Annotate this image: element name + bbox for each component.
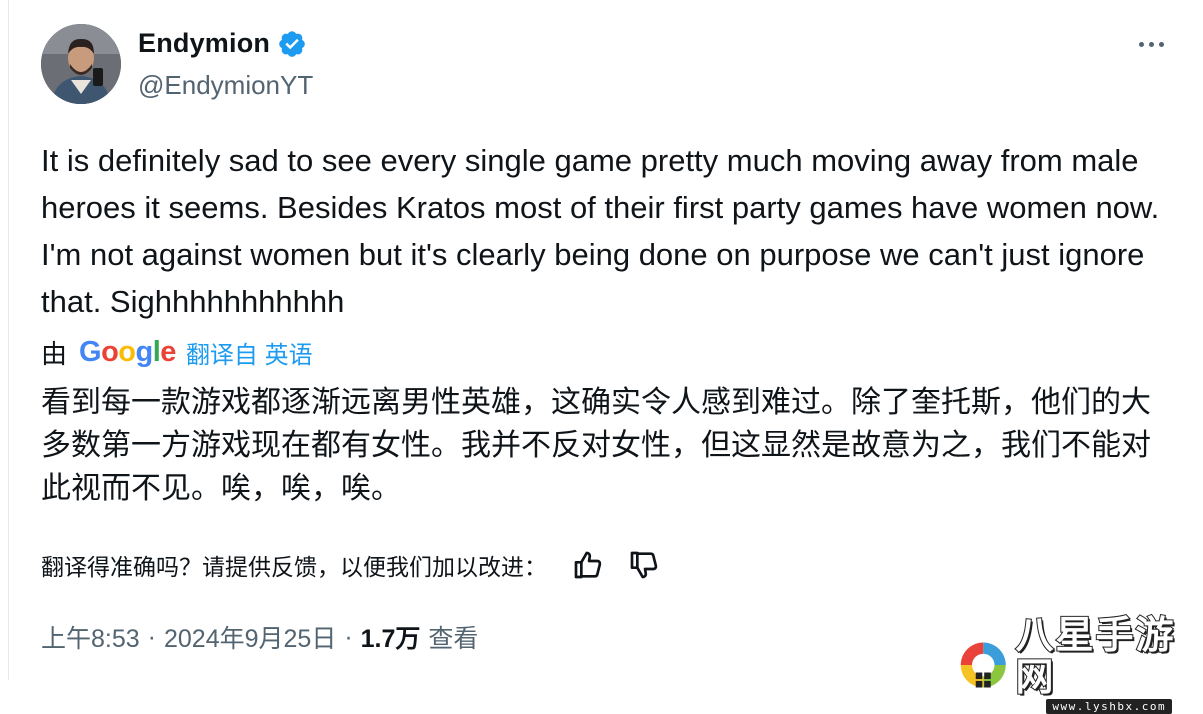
- google-logo: Google: [79, 336, 176, 369]
- watermark-logo-icon: [957, 637, 1010, 693]
- meta-separator: ·: [344, 623, 352, 652]
- translation-attribution: 由 Google 翻译自 英语: [41, 332, 313, 372]
- tweet-time[interactable]: 上午8:53: [41, 619, 140, 655]
- tweet-meta: 上午8:53 · 2024年9月25日 · 1.7万 查看: [41, 619, 478, 655]
- author-name[interactable]: Endymion: [138, 28, 270, 59]
- more-options-icon[interactable]: [1139, 42, 1164, 47]
- views-label: 查看: [428, 619, 478, 655]
- feedback-prompt: 翻译得准确吗？请提供反馈，以便我们加以改进：: [41, 548, 547, 582]
- translated-from-link[interactable]: 翻译自 英语: [186, 335, 313, 370]
- thumbs-down-icon[interactable]: [627, 548, 661, 582]
- thumbs-up-icon[interactable]: [571, 548, 605, 582]
- tweet-date[interactable]: 2024年9月25日: [164, 619, 336, 655]
- site-watermark: 八星手游网 www.lyshbx.com: [957, 615, 1203, 714]
- views-count: 1.7万: [361, 619, 421, 655]
- tweet-text: It is definitely sad to see every single…: [41, 137, 1161, 325]
- watermark-title: 八星手游网: [1016, 615, 1203, 699]
- content-border: [8, 0, 9, 680]
- meta-separator: ·: [148, 623, 156, 652]
- avatar[interactable]: [41, 24, 121, 104]
- watermark-url: www.lyshbx.com: [1046, 699, 1172, 714]
- author-handle[interactable]: @EndymionYT: [138, 70, 313, 101]
- translated-text: 看到每一款游戏都逐渐远离男性英雄，这确实令人感到难过。除了奎托斯，他们的大多数第…: [41, 381, 1171, 510]
- verified-badge-icon: [277, 29, 307, 59]
- translated-by-label: 由: [41, 334, 67, 371]
